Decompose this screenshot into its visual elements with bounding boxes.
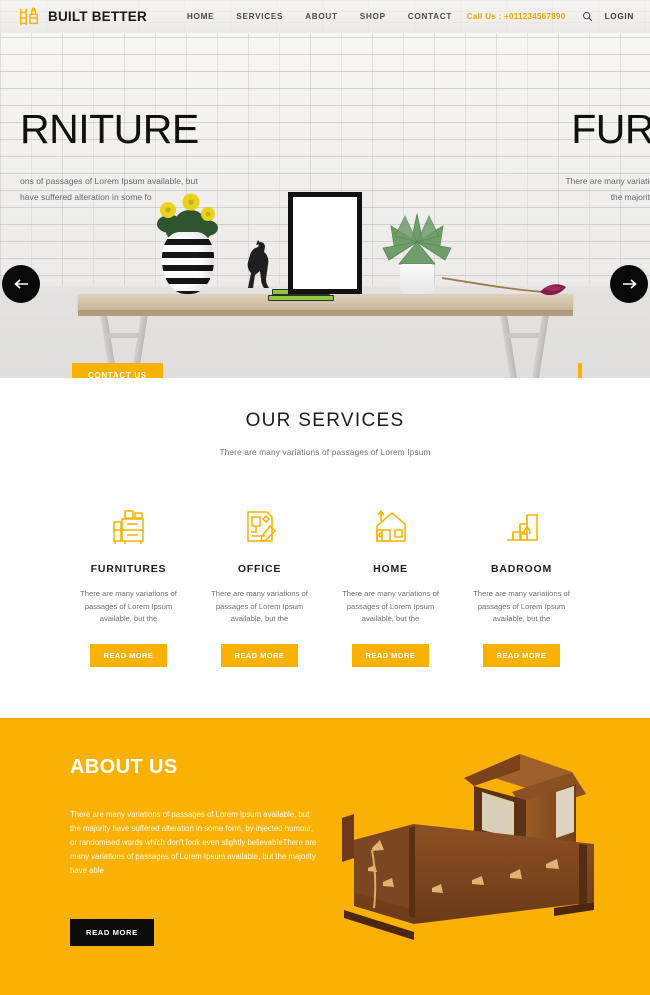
picture-frame-image — [288, 192, 362, 294]
services-title: OUR SERVICES — [245, 410, 405, 431]
cabinet-icon — [112, 510, 144, 544]
nav-item-about[interactable]: ABOUT — [305, 12, 338, 21]
site-header: BUILT BETTER HOME SERVICES ABOUT SHOP CO… — [0, 0, 650, 33]
nav-item-contact[interactable]: CONTACT — [408, 12, 452, 21]
hero-slider: RNITURE ons of passages of Lorem Ipsum a… — [0, 33, 650, 378]
login-link[interactable]: LOGIN — [605, 12, 634, 21]
services-grid: FURNITURES There are many variations of … — [0, 503, 650, 667]
furniture-logo-icon — [20, 6, 38, 25]
about-read-more-button[interactable]: READ MORE — [70, 919, 154, 946]
succulent-plant-image — [382, 213, 452, 265]
arrow-left-icon — [13, 279, 28, 289]
white-pot-image — [400, 264, 434, 294]
wooden-cradle-image — [342, 754, 594, 940]
service-read-more-button[interactable]: READ MORE — [482, 643, 561, 667]
services-section: OUR SERVICES There are many variations o… — [0, 378, 650, 718]
hero-contact-us-button[interactable]: CONTACT US — [72, 363, 163, 378]
service-name: FURNITURES — [90, 563, 167, 575]
services-subtitle: There are many variations of passages of… — [219, 448, 431, 457]
nav-item-services[interactable]: SERVICES — [236, 12, 283, 21]
hero-desk-scene — [0, 153, 650, 378]
nav-item-shop[interactable]: SHOP — [360, 12, 386, 21]
striped-vase-image — [162, 232, 214, 294]
service-card-furnitures[interactable]: FURNITURES There are many variations of … — [63, 503, 194, 667]
house-icon — [375, 509, 406, 542]
purple-lily-image — [441, 277, 566, 296]
header-right: Call Us : +011234567890 LOGIN — [467, 11, 634, 22]
hero-title: RNITURE — [20, 106, 199, 152]
service-read-more-button[interactable]: READ MORE — [89, 643, 168, 667]
service-description: There are many variations of passages of… — [342, 589, 439, 623]
service-card-badroom[interactable]: BADROOM There are many variations of pas… — [456, 503, 587, 667]
hero-next-slide-button-sliver[interactable] — [578, 363, 582, 378]
service-name: HOME — [373, 563, 408, 575]
logo-text: BUILT BETTER — [48, 9, 147, 24]
about-section: ABOUT US There are many variations of pa… — [0, 718, 650, 995]
about-text: There are many variations of passages of… — [70, 810, 317, 875]
service-card-home[interactable]: HOME There are many variations of passag… — [325, 503, 456, 667]
office-desk-icon — [246, 511, 276, 542]
logo[interactable]: BUILT BETTER — [18, 6, 147, 28]
nav-item-home[interactable]: HOME — [187, 12, 214, 21]
slider-prev-button[interactable] — [2, 265, 40, 303]
service-read-more-button[interactable]: READ MORE — [351, 643, 430, 667]
service-description: There are many variations of passages of… — [80, 589, 177, 623]
call-us-text: Call Us : +011234567890 — [466, 12, 566, 21]
about-title: ABOUT US — [70, 756, 178, 778]
horse-figurine-image — [247, 240, 269, 288]
main-nav: HOME SERVICES ABOUT SHOP CONTACT — [187, 12, 452, 21]
search-icon[interactable] — [582, 11, 593, 22]
service-description: There are many variations of passages of… — [473, 589, 570, 623]
stairs-plant-icon — [506, 514, 538, 541]
arrow-right-icon — [622, 279, 637, 289]
hero-next-title: FUR — [571, 106, 650, 152]
service-description: There are many variations of passages of… — [211, 589, 308, 623]
service-name: OFFICE — [237, 563, 282, 575]
slider-next-button[interactable] — [610, 265, 648, 303]
service-card-office[interactable]: OFFICE There are many variations of pass… — [194, 503, 325, 667]
service-name: BADROOM — [490, 563, 552, 575]
service-read-more-button[interactable]: READ MORE — [220, 643, 299, 667]
